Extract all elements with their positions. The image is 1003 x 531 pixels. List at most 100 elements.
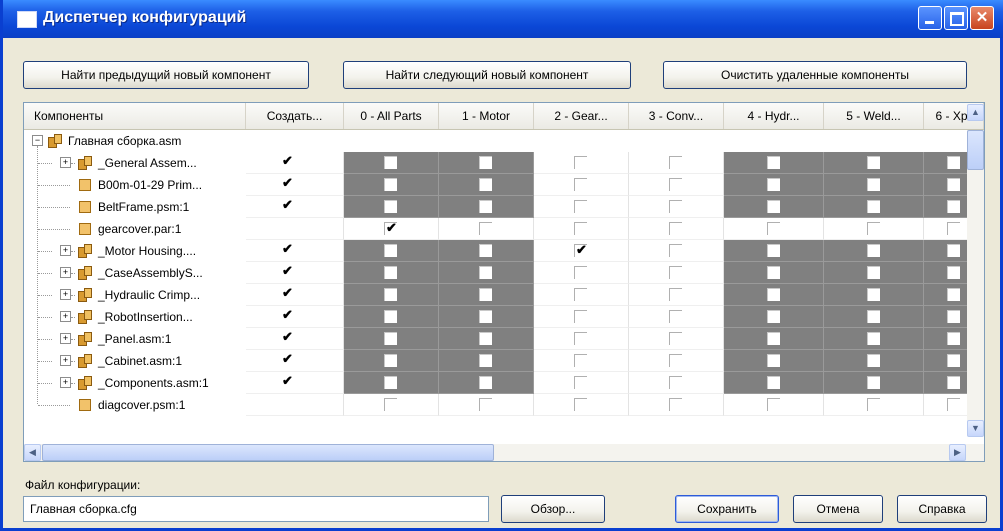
config-checkbox[interactable] <box>866 222 880 235</box>
scroll-down-button[interactable]: ▼ <box>967 420 984 437</box>
config-checkbox[interactable] <box>384 266 397 279</box>
config-cell[interactable] <box>824 174 924 196</box>
config-cell[interactable] <box>534 262 629 284</box>
config-cell[interactable] <box>824 218 924 240</box>
config-cell[interactable] <box>724 218 824 240</box>
config-checkbox[interactable] <box>866 244 880 257</box>
config-cell[interactable] <box>629 218 724 240</box>
table-row[interactable]: BeltFrame.psm:1 ✔ <box>24 196 984 218</box>
config-cell[interactable] <box>629 152 724 174</box>
config-checkbox[interactable] <box>866 266 880 279</box>
config-checkbox[interactable] <box>766 222 780 235</box>
table-row[interactable]: + _Panel.asm:1 ✔ <box>24 328 984 350</box>
config-cell[interactable] <box>629 284 724 306</box>
expand-toggle[interactable]: + <box>60 289 71 300</box>
config-checkbox[interactable] <box>946 222 960 235</box>
config-checkbox[interactable] <box>384 244 397 257</box>
config-cell[interactable] <box>724 240 824 262</box>
config-checkbox[interactable] <box>479 376 492 389</box>
config-cell[interactable] <box>439 394 534 416</box>
config-checkbox[interactable] <box>946 178 960 191</box>
config-cell[interactable] <box>724 284 824 306</box>
config-cell[interactable] <box>824 350 924 372</box>
config-checkbox[interactable] <box>479 200 492 213</box>
config-checkbox[interactable] <box>866 200 880 213</box>
config-checkbox[interactable] <box>574 266 587 279</box>
config-checkbox[interactable] <box>669 266 682 279</box>
config-checkbox[interactable] <box>574 200 587 213</box>
config-checkbox[interactable] <box>479 332 492 345</box>
config-cell[interactable] <box>724 350 824 372</box>
config-cell[interactable] <box>629 394 724 416</box>
config-checkbox[interactable] <box>946 354 960 367</box>
config-checkbox[interactable] <box>384 178 397 191</box>
config-cell[interactable] <box>344 284 439 306</box>
config-checkbox[interactable] <box>669 200 682 213</box>
config-cell[interactable] <box>629 350 724 372</box>
config-cell[interactable] <box>824 328 924 350</box>
config-cell[interactable] <box>534 328 629 350</box>
scroll-up-button[interactable]: ▲ <box>967 104 984 121</box>
config-checkbox[interactable] <box>766 398 780 411</box>
config-checkbox[interactable] <box>866 178 880 191</box>
config-checkbox[interactable] <box>669 310 682 323</box>
table-row[interactable]: + _Components.asm:1 ✔ <box>24 372 984 394</box>
vertical-scroll-thumb[interactable] <box>967 130 984 170</box>
config-checkbox[interactable] <box>766 310 780 323</box>
config-file-input[interactable]: Главная сборка.cfg <box>23 496 489 522</box>
table-row[interactable]: diagcover.psm:1 <box>24 394 984 416</box>
table-row[interactable]: + _General Assem... ✔ <box>24 152 984 174</box>
config-checkbox[interactable] <box>669 178 682 191</box>
scroll-left-button[interactable]: ◀ <box>24 444 41 461</box>
config-checkbox[interactable] <box>384 200 397 213</box>
config-cell[interactable] <box>824 372 924 394</box>
close-button[interactable]: ✕ <box>970 6 994 30</box>
config-checkbox[interactable] <box>669 376 682 389</box>
config-cell[interactable] <box>724 174 824 196</box>
config-checkbox[interactable] <box>574 222 587 235</box>
config-checkbox[interactable] <box>479 398 492 411</box>
config-checkbox[interactable] <box>866 398 880 411</box>
column-header-4[interactable]: 2 - Gear... <box>534 103 629 129</box>
config-checkbox[interactable] <box>479 266 492 279</box>
config-checkbox[interactable] <box>946 398 960 411</box>
config-cell[interactable] <box>724 394 824 416</box>
config-cell[interactable] <box>824 240 924 262</box>
cancel-button[interactable]: Отмена <box>793 495 883 523</box>
config-checkbox[interactable] <box>946 266 960 279</box>
column-header-3[interactable]: 1 - Motor <box>439 103 534 129</box>
config-checkbox[interactable] <box>669 354 682 367</box>
horizontal-scroll-thumb[interactable] <box>42 444 494 461</box>
config-checkbox[interactable] <box>574 310 587 323</box>
config-checkbox[interactable] <box>384 376 397 389</box>
config-checkbox[interactable] <box>766 332 780 345</box>
browse-button[interactable]: Обзор... <box>501 495 605 523</box>
config-cell[interactable] <box>344 306 439 328</box>
config-cell[interactable] <box>344 240 439 262</box>
config-cell[interactable] <box>344 350 439 372</box>
column-header-6[interactable]: 4 - Hydr... <box>724 103 824 129</box>
title-bar[interactable]: Диспетчер конфигураций ✕ <box>3 0 1003 38</box>
config-cell[interactable] <box>439 350 534 372</box>
table-row[interactable]: + _Motor Housing.... ✔ ✔ <box>24 240 984 262</box>
config-checkbox[interactable] <box>866 332 880 345</box>
config-cell[interactable] <box>344 262 439 284</box>
config-checkbox[interactable] <box>766 200 780 213</box>
column-header-1[interactable]: Создать... <box>246 103 344 129</box>
config-checkbox[interactable] <box>479 244 492 257</box>
config-checkbox[interactable] <box>669 398 682 411</box>
config-cell[interactable] <box>534 218 629 240</box>
scroll-right-button[interactable]: ▶ <box>949 444 966 461</box>
config-checkbox[interactable] <box>766 244 780 257</box>
config-cell[interactable] <box>344 174 439 196</box>
minimize-button[interactable] <box>918 6 942 30</box>
clear-deleted-components-button[interactable]: Очистить удаленные компоненты <box>663 61 967 89</box>
config-checkbox[interactable] <box>669 156 682 169</box>
config-checkbox[interactable] <box>574 376 587 389</box>
config-checkbox[interactable] <box>669 332 682 345</box>
column-header-7[interactable]: 5 - Weld... <box>824 103 924 129</box>
column-header-0[interactable]: Компоненты <box>24 103 246 129</box>
config-checkbox[interactable] <box>574 156 587 169</box>
table-row[interactable]: gearcover.par:1 ✔ <box>24 218 984 240</box>
find-next-new-component-button[interactable]: Найти следующий новый компонент <box>343 61 631 89</box>
